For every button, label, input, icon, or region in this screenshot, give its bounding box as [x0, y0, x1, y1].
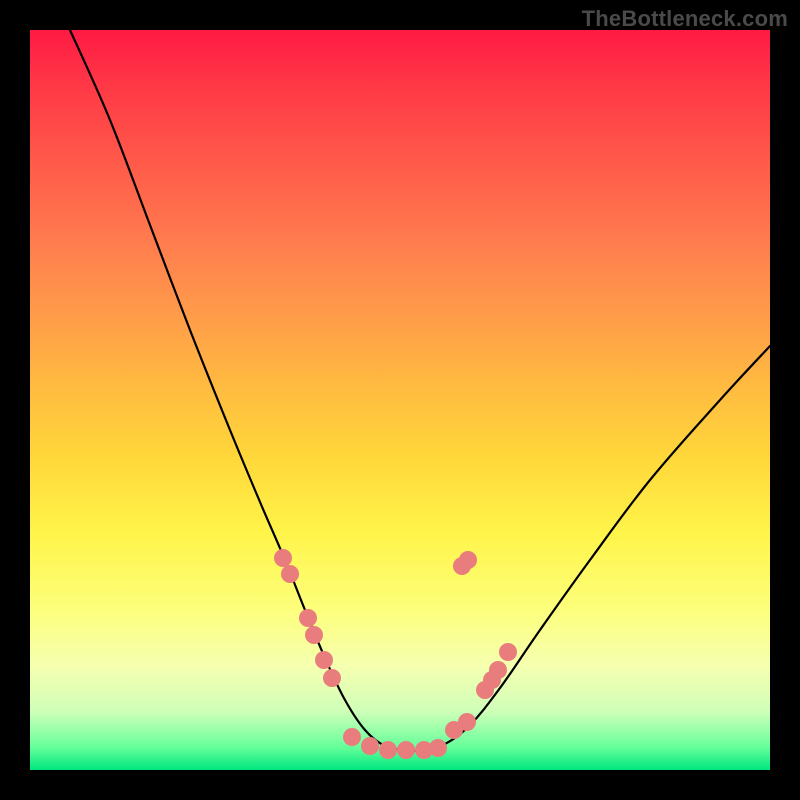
data-marker	[429, 739, 447, 757]
data-marker	[458, 713, 476, 731]
bottleneck-curve	[70, 30, 770, 751]
watermark-text: TheBottleneck.com	[582, 6, 788, 32]
chart-overlay	[30, 30, 770, 770]
data-marker	[459, 551, 477, 569]
data-marker	[315, 651, 333, 669]
data-marker	[274, 549, 292, 567]
data-marker	[379, 741, 397, 759]
data-marker	[499, 643, 517, 661]
marker-group	[274, 549, 517, 759]
data-marker	[397, 741, 415, 759]
data-marker	[323, 669, 341, 687]
data-marker	[361, 737, 379, 755]
data-marker	[281, 565, 299, 583]
data-marker	[343, 728, 361, 746]
data-marker	[305, 626, 323, 644]
data-marker	[299, 609, 317, 627]
data-marker	[489, 661, 507, 679]
